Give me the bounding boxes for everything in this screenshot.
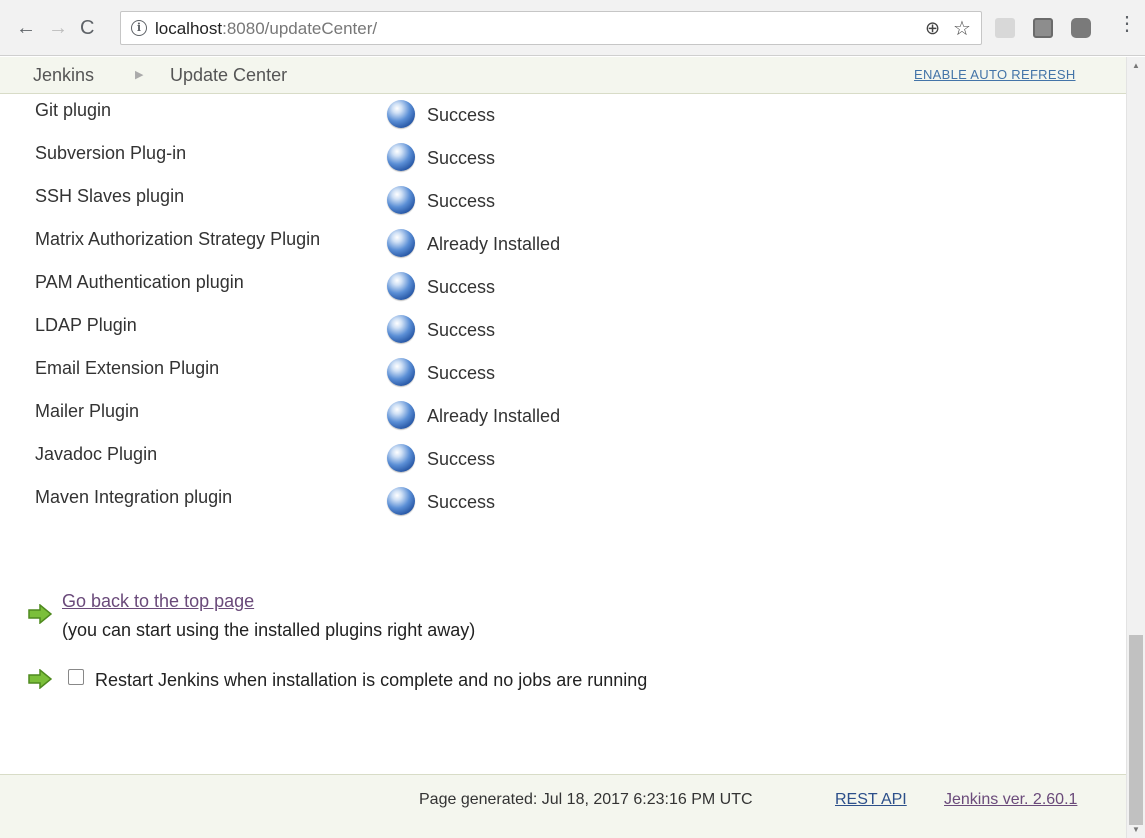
plugin-status: Already Installed xyxy=(427,406,561,426)
enable-auto-refresh-link[interactable]: ENABLE AUTO REFRESH xyxy=(914,67,1076,82)
page-generated-text: Page generated: Jul 18, 2017 6:23:16 PM … xyxy=(419,791,753,808)
breadcrumb-separator-icon: ▶ xyxy=(135,69,144,81)
rest-api-link[interactable]: REST API xyxy=(835,791,907,809)
scroll-down-icon[interactable]: ▼ xyxy=(1132,825,1140,834)
breadcrumb-jenkins[interactable]: Jenkins xyxy=(33,65,94,86)
plugin-name: LDAP Plugin xyxy=(35,315,137,335)
status-ball-icon xyxy=(387,143,415,171)
plugin-status: Success xyxy=(427,191,496,211)
url-text[interactable]: localhost:8080/updateCenter/ xyxy=(155,19,377,39)
breadcrumb-update-center[interactable]: Update Center xyxy=(170,65,287,86)
forward-arrow-icon[interactable]: → xyxy=(48,18,68,38)
status-ball-icon xyxy=(387,100,415,128)
plugin-name: Email Extension Plugin xyxy=(35,358,220,378)
extension-icon[interactable] xyxy=(1071,18,1091,38)
status-ball-icon xyxy=(387,487,415,515)
scroll-up-icon[interactable]: ▲ xyxy=(1132,61,1140,70)
reload-icon[interactable]: C xyxy=(80,18,94,38)
status-ball-icon xyxy=(387,315,415,343)
status-ball-icon xyxy=(387,272,415,300)
scrollbar-thumb[interactable] xyxy=(1129,635,1143,825)
plugin-status: Success xyxy=(427,277,496,297)
plugin-row: Subversion Plug-in Success xyxy=(0,143,1126,183)
green-arrow-icon xyxy=(28,604,52,624)
info-icon[interactable]: i xyxy=(131,20,147,36)
address-bar[interactable]: i localhost:8080/updateCenter/ ⊕ ☆ xyxy=(120,11,982,45)
plugin-row: PAM Authentication plugin Success xyxy=(0,272,1126,312)
plugin-status: Success xyxy=(427,148,496,168)
bookmark-star-icon[interactable]: ☆ xyxy=(953,16,971,41)
plugin-row: LDAP Plugin Success xyxy=(0,315,1126,355)
plugin-row: Git plugin Success xyxy=(0,100,1126,140)
plugin-status: Already Installed xyxy=(427,234,561,254)
status-ball-icon xyxy=(387,401,415,429)
plugin-status: Success xyxy=(427,105,496,125)
plugin-row: Javadoc Plugin Success xyxy=(0,444,1126,484)
plugin-name: Subversion Plug-in xyxy=(35,143,187,163)
plugin-status: Success xyxy=(427,320,496,340)
status-ball-icon xyxy=(387,229,415,257)
plugin-row: Matrix Authorization Strategy Plugin Alr… xyxy=(0,229,1126,269)
restart-jenkins-checkbox[interactable] xyxy=(68,669,84,685)
browser-menu-icon[interactable]: ⋮ xyxy=(1117,14,1137,34)
plugin-name: SSH Slaves plugin xyxy=(35,186,185,206)
plugin-name: Git plugin xyxy=(35,100,112,120)
jenkins-version-link[interactable]: Jenkins ver. 2.60.1 xyxy=(944,791,1077,809)
go-back-top-page-link[interactable]: Go back to the top page xyxy=(62,591,254,612)
plugin-row: SSH Slaves plugin Success xyxy=(0,186,1126,226)
page-footer: Page generated: Jul 18, 2017 6:23:16 PM … xyxy=(0,774,1126,838)
restart-jenkins-label[interactable]: Restart Jenkins when installation is com… xyxy=(95,670,647,691)
plugin-row: Email Extension Plugin Success xyxy=(0,358,1126,398)
go-back-note: (you can start using the installed plugi… xyxy=(62,620,476,640)
status-ball-icon xyxy=(387,444,415,472)
breadcrumb-bar: Jenkins ▶ Update Center ENABLE AUTO REFR… xyxy=(0,57,1126,94)
pdf-extension-icon[interactable] xyxy=(995,18,1015,38)
plugin-row: Maven Integration plugin Success xyxy=(0,487,1126,527)
back-arrow-icon[interactable]: ← xyxy=(16,18,36,38)
browser-toolbar: ← → C i localhost:8080/updateCenter/ ⊕ ☆… xyxy=(0,0,1145,56)
zoom-icon[interactable]: ⊕ xyxy=(925,18,940,39)
url-path: :8080/updateCenter/ xyxy=(222,19,378,38)
extension-icon[interactable] xyxy=(1033,18,1053,38)
plugin-status: Success xyxy=(427,492,496,512)
url-host: localhost xyxy=(155,19,223,38)
plugin-name: Matrix Authorization Strategy Plugin xyxy=(35,229,321,249)
plugin-row: Mailer Plugin Already Installed xyxy=(0,401,1126,441)
status-ball-icon xyxy=(387,358,415,386)
plugin-name: Maven Integration plugin xyxy=(35,487,233,507)
plugin-name: Mailer Plugin xyxy=(35,401,140,421)
plugin-name: Javadoc Plugin xyxy=(35,444,158,464)
status-ball-icon xyxy=(387,186,415,214)
green-arrow-icon xyxy=(28,669,52,689)
plugin-status: Success xyxy=(427,363,496,383)
plugin-status: Success xyxy=(427,449,496,469)
page-scrollbar[interactable]: ▲ ▼ xyxy=(1126,57,1145,838)
plugin-name: PAM Authentication plugin xyxy=(35,272,244,292)
